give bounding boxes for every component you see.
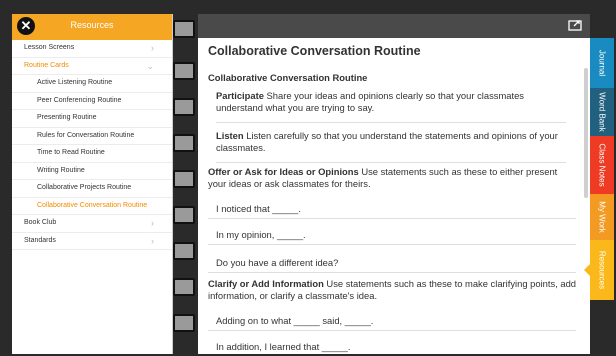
routine-subtitle: Collaborative Conversation Routine [208, 72, 368, 83]
sidebar-item-label: Rules for Conversation Routine [37, 131, 135, 139]
sidebar-item[interactable]: Standards › [12, 233, 172, 250]
active-pointer [584, 264, 590, 276]
listen-heading: Listen [216, 130, 244, 141]
list-item: Adding on to what _____ said, _____. [208, 312, 576, 331]
listen-text: Listen carefully so that you understand … [216, 130, 558, 153]
sidebar-item[interactable]: Rules for Conversation Routine [12, 128, 172, 145]
panel-title: Resources [70, 20, 114, 30]
sidebar-item[interactable]: Writing Routine [12, 163, 172, 180]
sidebar-item[interactable]: Routine Cards ⌄ [12, 58, 172, 75]
sidebar-item[interactable]: Presenting Routine [12, 110, 172, 128]
spiral-binding [170, 14, 196, 354]
list-item: I noticed that _____. [208, 200, 576, 219]
binding-ring [173, 314, 195, 332]
binding-ring [173, 170, 195, 188]
list-item: In my opinion, _____. [208, 226, 576, 245]
sidebar-item-label: Writing Routine [37, 166, 85, 174]
sidebar-item[interactable]: Book Club › [12, 215, 172, 233]
sidebar-item[interactable]: Active Listening Routine [12, 75, 172, 93]
tab-label: My Work [597, 201, 607, 233]
page-title: Collaborative Conversation Routine [208, 44, 421, 58]
tab-label: Class Notes [597, 143, 607, 187]
participate-heading: Participate [216, 90, 264, 101]
chevron-icon: › [151, 235, 154, 246]
binding-ring [173, 242, 195, 260]
sidebar-item[interactable]: Time to Read Routine [12, 145, 172, 163]
binding-ring [173, 20, 195, 38]
offer-block: Offer or Ask for Ideas or Opinions Use s… [208, 166, 578, 190]
binding-ring [173, 278, 195, 296]
sidebar-item-label: Book Club [24, 219, 57, 226]
sidebar-item[interactable]: Collaborative Conversation Routine [12, 198, 172, 215]
app-window: ✕ Resources Lesson Screens › Routine Cards… [0, 0, 616, 356]
tab-class-notes[interactable]: Class Notes [590, 136, 614, 194]
tab-word-bank[interactable]: Word Bank [590, 88, 614, 136]
sidebar-item-label: Peer Conferencing Routine [37, 96, 122, 104]
resources-panel: ✕ Resources Lesson Screens › Routine Cards… [12, 14, 173, 354]
tab-label: Word Bank [597, 92, 607, 132]
binding-ring [173, 206, 195, 224]
chevron-icon: ⌄ [146, 60, 154, 71]
clarify-block: Clarify or Add Information Use statement… [208, 278, 578, 302]
participate-block: Participate Share your ideas and opinion… [216, 90, 566, 123]
sidebar-item-label: Time to Read Routine [37, 149, 105, 156]
resources-header: ✕ Resources [12, 14, 172, 40]
sidebar-item-label: Lesson Screens [24, 44, 75, 51]
tab-resources[interactable]: Resources [584, 240, 614, 300]
routine-content: Collaborative Conversation Routine Parti… [206, 68, 586, 354]
list-item: In addition, I learned that _____. [208, 338, 576, 354]
chevron-icon: › [151, 218, 154, 228]
binding-ring [173, 134, 195, 152]
content-toolbar [198, 14, 590, 38]
sidebar-item[interactable]: Collaborative Projects Routine [12, 180, 172, 198]
sidebar-item-label: Standards [24, 236, 56, 244]
tab-label: Resources [597, 250, 607, 290]
resources-nav: Lesson Screens › Routine Cards ⌄ Active List… [12, 40, 172, 250]
listen-block: Listen Listen carefully so that you unde… [216, 130, 566, 163]
scrollbar[interactable] [584, 68, 588, 198]
tab-journal[interactable]: Journal [590, 38, 614, 88]
sidebar-item-label: Active Listening Routine [37, 79, 113, 86]
list-item: Do you have a different idea? [208, 254, 576, 273]
sidebar-item-label: Routine Cards [24, 61, 69, 69]
sidebar-item[interactable]: Peer Conferencing Routine [12, 93, 172, 110]
tab-my-work[interactable]: My Work [590, 194, 614, 240]
sidebar-item-label: Collaborative Conversation Routine [37, 201, 148, 209]
clarify-heading: Clarify or Add Information [208, 278, 324, 289]
binding-ring [173, 62, 195, 80]
export-icon[interactable] [568, 19, 582, 31]
sidebar-item[interactable]: Lesson Screens › [12, 40, 172, 58]
binding-ring [173, 98, 195, 116]
sidebar-item-label: Collaborative Projects Routine [37, 184, 132, 191]
chevron-icon: › [151, 43, 154, 53]
offer-heading: Offer or Ask for Ideas or Opinions [208, 166, 359, 177]
sidebar-item-label: Presenting Routine [37, 114, 97, 121]
content-pane: Collaborative Conversation Routine Colla… [198, 38, 590, 354]
